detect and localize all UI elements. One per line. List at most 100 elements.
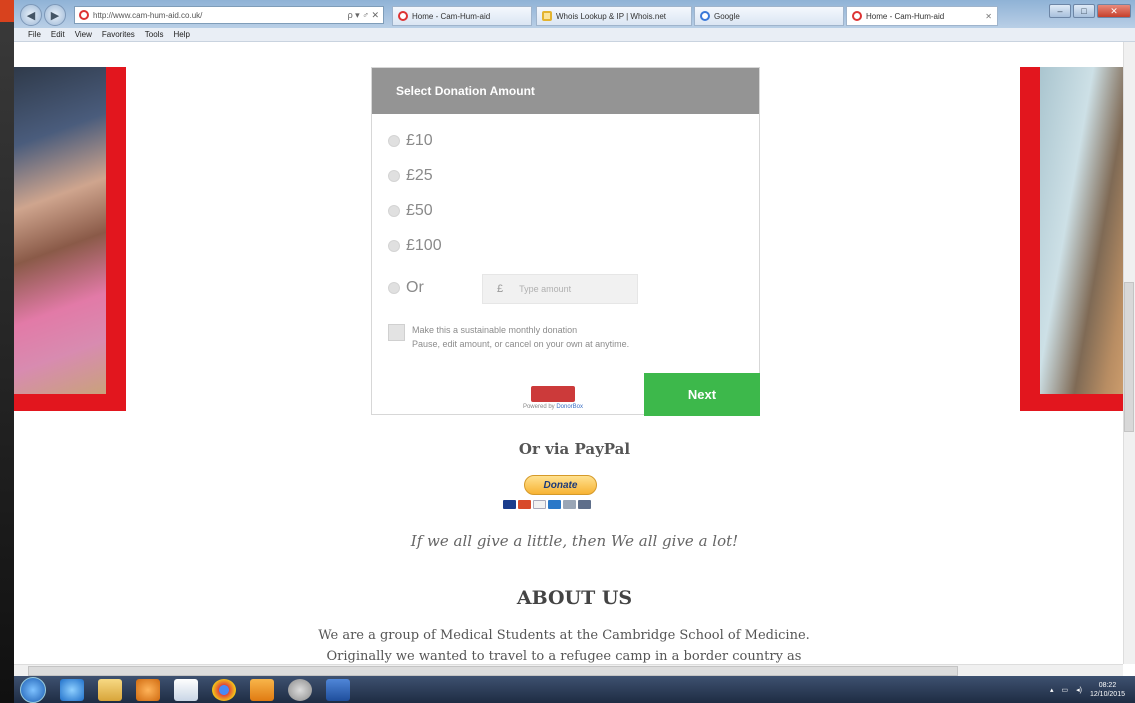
radio-button[interactable] [388,135,400,147]
next-button[interactable]: Next [644,373,760,416]
about-heading: ABOUT US [516,587,633,609]
about-line-1: We are a group of Medical Students at th… [318,628,810,643]
clock-time: 08:22 [1098,681,1117,689]
chrome-icon[interactable] [212,678,236,701]
visa-icon [533,500,546,509]
monthly-line-2: Pause, edit amount, or cancel on your ow… [412,339,630,349]
amount-option-50[interactable]: £50 [388,202,433,220]
web-page: Select Donation Amount £10 £25 £50 £100 … [14,42,1135,664]
maximize-button[interactable]: □ [1073,4,1095,18]
menu-tools[interactable]: Tools [145,30,164,39]
radio-button[interactable] [388,205,400,217]
app-grid-icon[interactable] [174,678,198,701]
media-player-icon[interactable] [136,678,160,701]
menu-favorites[interactable]: Favorites [102,30,135,39]
forward-button[interactable]: ▶ [44,4,66,26]
donorbox-badge-icon [531,386,575,402]
amount-label: £25 [406,167,433,184]
amount-label: £50 [406,202,433,219]
menu-file[interactable]: File [28,30,41,39]
window-controls: – □ ✕ [1049,4,1131,18]
powered-by-label: Powered by [522,404,555,410]
tagline: If we all give a little, then We all giv… [410,532,739,550]
powered-by-brand[interactable]: DonorBox [556,404,583,410]
powered-by-text: Powered by DonorBox [508,404,598,410]
clock[interactable]: 08:22 12/10/2015 [1090,681,1125,699]
paypal-donate-button[interactable]: Donate [524,475,597,495]
amount-option-custom[interactable]: Or [388,279,424,297]
custom-amount-field[interactable]: £ [482,274,638,304]
word-icon[interactable] [326,678,350,701]
menu-edit[interactable]: Edit [51,30,65,39]
minimize-button[interactable]: – [1049,4,1071,18]
about-line-2: Originally we wanted to travel to a refu… [326,649,802,664]
right-red-frame-bottom [1020,394,1135,411]
left-banner-photo [14,67,106,394]
address-text: http://www.cam-hum-aid.co.uk/ [93,10,203,20]
discover-icon [563,500,576,509]
paypal-heading: Or via PayPal [518,440,631,458]
card-icon [503,500,516,509]
amount-option-100[interactable]: £100 [388,237,442,255]
horizontal-scrollbar[interactable] [14,664,1123,676]
about-text: We are a group of Medical Students at th… [214,625,914,664]
amount-option-25[interactable]: £25 [388,167,433,185]
menu-help[interactable]: Help [173,30,189,39]
left-red-frame-bottom [14,394,126,411]
monthly-line-1: Make this a sustainable monthly donation [412,325,578,335]
radio-button[interactable] [388,240,400,252]
vertical-scroll-thumb[interactable] [1124,282,1134,432]
volume-icon[interactable]: ◂) [1076,686,1082,694]
amount-option-10[interactable]: £10 [388,132,433,150]
bezel-light [0,0,14,22]
right-red-frame [1020,67,1040,411]
left-red-frame [106,67,126,411]
site-favicon-icon [852,11,862,21]
disk-icon[interactable] [288,678,312,701]
tab-label: Google [714,11,740,21]
address-bar[interactable]: http://www.cam-hum-aid.co.uk/ ρ ▾ ♂ ✕ [74,6,384,24]
tab-home-active[interactable]: Home - Cam-Hum-aid ✕ [846,6,998,26]
address-controls[interactable]: ρ ▾ ♂ ✕ [348,10,383,21]
vertical-scrollbar[interactable] [1123,42,1135,664]
outlook-icon[interactable] [250,678,274,701]
donation-widget: Select Donation Amount £10 £25 £50 £100 … [371,67,760,416]
payment-cards [503,500,591,509]
custom-amount-input[interactable] [519,284,620,294]
back-button[interactable]: ◀ [20,4,42,26]
network-icon[interactable]: ▭ [1061,686,1068,694]
monthly-donation-text: Make this a sustainable monthly donation… [412,323,629,351]
donation-header: Select Donation Amount [372,68,759,114]
tab-label: Home - Cam-Hum-aid [412,11,491,21]
tab-google[interactable]: Google [694,6,844,26]
horizontal-scroll-thumb[interactable] [28,666,958,676]
tab-label: Home - Cam-Hum-aid [866,11,945,21]
right-banner-photo [1040,67,1135,397]
or-label: Or [406,279,424,296]
tab-home-1[interactable]: Home - Cam-Hum-aid [392,6,532,26]
menu-view[interactable]: View [75,30,92,39]
whois-favicon-icon [542,11,552,21]
currency-symbol: £ [497,283,504,295]
ie-icon[interactable] [60,678,84,701]
donorbox-logo[interactable]: Powered by DonorBox [508,386,598,410]
google-favicon-icon [700,11,710,21]
monthly-checkbox[interactable] [388,324,405,341]
amex-icon [548,500,561,509]
system-tray: ▴ ▭ ◂) 08:22 12/10/2015 [1050,676,1125,703]
tray-arrow-icon[interactable]: ▴ [1050,686,1054,694]
windows-taskbar: ▴ ▭ ◂) 08:22 12/10/2015 [14,676,1135,703]
start-button[interactable] [20,676,46,703]
tab-whois[interactable]: Whois Lookup & IP | Whois.net [536,6,692,26]
tab-close-icon[interactable]: ✕ [985,12,992,21]
explorer-folder-icon[interactable] [98,678,122,701]
radio-button[interactable] [388,282,400,294]
mastercard-icon [518,500,531,509]
close-window-button[interactable]: ✕ [1097,4,1131,18]
browser-titlebar: ◀ ▶ http://www.cam-hum-aid.co.uk/ ρ ▾ ♂ … [14,0,1135,28]
menu-bar: File Edit View Favorites Tools Help [14,28,1135,42]
clock-date: 12/10/2015 [1089,690,1125,698]
site-favicon-icon [79,10,89,20]
screen: ◀ ▶ http://www.cam-hum-aid.co.uk/ ρ ▾ ♂ … [14,0,1135,703]
radio-button[interactable] [388,170,400,182]
